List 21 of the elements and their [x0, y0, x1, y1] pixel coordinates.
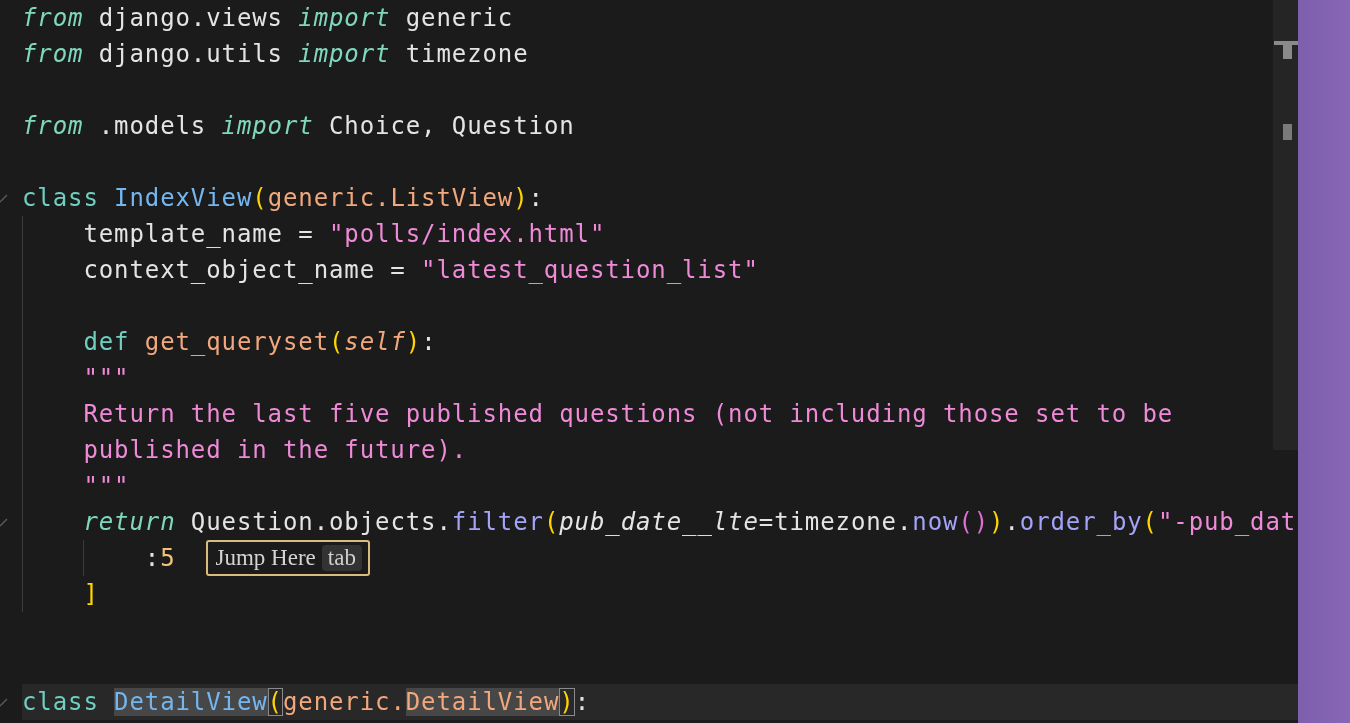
code-line: class DetailView(generic.DetailView): [22, 688, 590, 716]
code-line: :5 [144, 544, 176, 572]
code-line: from django.views import generic [22, 4, 514, 32]
code-line: """ [83, 472, 130, 500]
code-line: from django.utils import timezone [22, 40, 529, 68]
code-line: Return the last five published questions (not including those set to be [83, 400, 1174, 428]
code-line: template_name = "polls/index.html" [83, 220, 606, 248]
code-line: published in the future). [83, 436, 468, 464]
code-line: from .models import Choice, Question [22, 112, 575, 140]
hint-label: Jump Here [215, 545, 316, 571]
fold-icon[interactable] [0, 193, 8, 203]
code-line: context_object_name = "latest_question_list" [83, 256, 759, 284]
code-line: return Question.objects.filter(pub_date__lte=timezone.now()).order_by("-pub_dat [83, 508, 1297, 536]
fold-icon[interactable] [0, 517, 8, 527]
fold-icon[interactable] [0, 697, 8, 707]
code-line: """ [83, 364, 130, 392]
jump-hint[interactable]: Jump Here tab [205, 540, 370, 576]
code-line: def get_queryset(self): [83, 328, 437, 356]
key-badge: tab [321, 545, 362, 571]
code-line: class IndexView(generic.ListView): [22, 184, 544, 212]
code-line: ] [83, 580, 99, 608]
